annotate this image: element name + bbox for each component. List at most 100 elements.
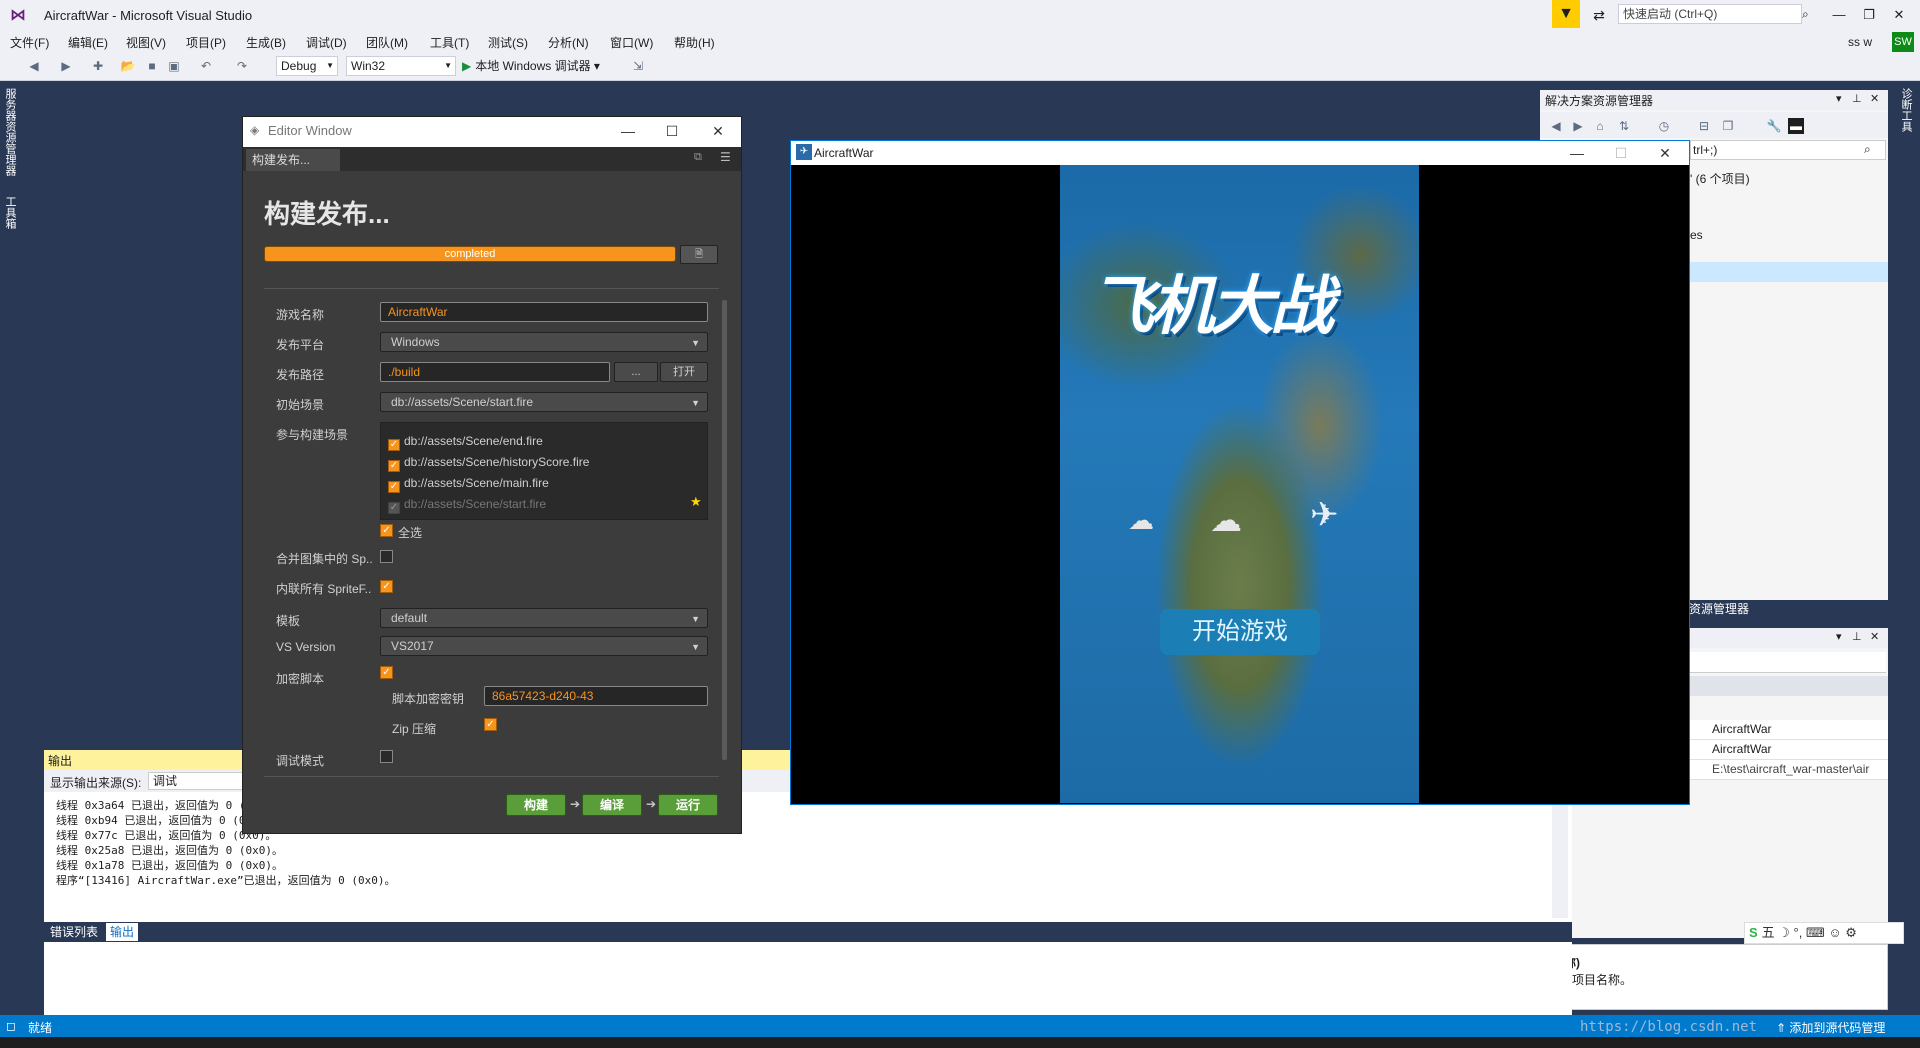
open-file-icon[interactable]: 📂 — [120, 58, 136, 74]
quick-launch-input[interactable]: 快速启动 (Ctrl+Q) — [1618, 4, 1802, 24]
property-value[interactable]: AircraftWar — [1712, 722, 1772, 736]
back-icon[interactable]: ◀ — [1548, 118, 1564, 134]
user-name[interactable]: ss w — [1848, 35, 1872, 49]
tab-output[interactable]: 输出 — [106, 923, 139, 941]
debug-mode-checkbox[interactable] — [380, 750, 393, 763]
properties-object-select[interactable] — [1690, 652, 1886, 673]
menu-window[interactable]: 窗口(W) — [610, 34, 653, 51]
home-icon[interactable]: ⌂ — [1592, 118, 1608, 134]
editor-scrollbar[interactable] — [722, 300, 727, 760]
start-scene-select[interactable]: db://assets/Scene/start.fire ▼ — [380, 392, 708, 412]
forward-icon[interactable]: ▶ — [58, 58, 74, 74]
minimize-button[interactable]: — — [1826, 4, 1852, 26]
solution-tree-selected-row[interactable] — [1690, 262, 1888, 282]
back-icon[interactable]: ◀ — [26, 58, 42, 74]
browser-link-icon[interactable]: ⇲ — [630, 58, 646, 74]
browse-button[interactable]: ... — [614, 362, 658, 382]
solution-tree-item[interactable]: es — [1690, 228, 1703, 242]
add-to-source-control-button[interactable]: ⇑ 添加到源代码管理 — [1776, 1019, 1885, 1036]
game-name-input[interactable]: AircraftWar — [380, 302, 708, 322]
popout-icon[interactable]: ⧉ — [694, 151, 702, 164]
compile-button[interactable]: 编译 — [582, 794, 642, 816]
game-close-button[interactable]: ✕ — [1648, 142, 1682, 164]
menu-test[interactable]: 测试(S) — [488, 34, 528, 51]
filter-icon[interactable]: ▼ — [1552, 0, 1580, 28]
properties-icon[interactable]: 🔧 — [1766, 118, 1782, 134]
menu-help[interactable]: 帮助(H) — [674, 34, 715, 51]
ime-toolbar[interactable]: S 五 ☽ °, ⌨ ☺ ⚙ — [1744, 922, 1904, 944]
dropdown-icon[interactable]: ▾ — [1836, 92, 1842, 105]
menu-team[interactable]: 团队(M) — [366, 34, 408, 51]
new-project-icon[interactable]: ✚ — [90, 58, 106, 74]
property-value[interactable]: E:\test\aircraft_war-master\air — [1712, 762, 1869, 776]
menu-analyze[interactable]: 分析(N) — [548, 34, 589, 51]
list-item[interactable]: ✓ db://assets/Scene/end.fire — [388, 434, 543, 451]
checkbox[interactable]: ✓ — [388, 439, 400, 451]
notification-icon[interactable]: ⇄ — [1588, 4, 1610, 26]
pin-icon[interactable]: ⊥ — [1852, 630, 1862, 643]
history-icon[interactable]: ◷ — [1656, 118, 1672, 134]
editor-close-button[interactable]: ✕ — [704, 120, 732, 142]
redo-icon[interactable]: ↷ — [234, 58, 250, 74]
key-input[interactable]: 86a57423-d240-43 — [484, 686, 708, 706]
tab-build-publish[interactable]: 构建发布... — [246, 149, 340, 171]
menu-debug[interactable]: 调试(D) — [306, 34, 347, 51]
menu-view[interactable]: 视图(V) — [126, 34, 166, 51]
build-log-icon[interactable]: 🗎 — [680, 245, 718, 264]
pin-icon[interactable]: ⊥ — [1852, 92, 1862, 105]
vs-version-select[interactable]: VS2017 ▼ — [380, 636, 708, 656]
save-all-icon[interactable]: ▣ — [166, 58, 182, 74]
restore-button[interactable]: ❐ — [1856, 4, 1882, 26]
server-explorer-tab[interactable]: 服务器资源管理器 — [2, 88, 18, 176]
search-icon[interactable]: ⌕ — [1864, 142, 1871, 157]
team-explorer-tab[interactable]: 资源管理器 — [1685, 600, 1759, 618]
close-icon[interactable]: ✕ — [1870, 92, 1879, 105]
config-select[interactable]: Debug ▼ — [276, 56, 338, 76]
save-icon[interactable]: ■ — [144, 58, 160, 74]
list-item[interactable]: ✓ db://assets/Scene/historyScore.fire — [388, 455, 589, 472]
start-game-button[interactable]: 开始游戏 — [1160, 609, 1320, 655]
solution-search-input[interactable]: trl+;) — [1690, 140, 1886, 160]
menu-project[interactable]: 项目(P) — [186, 34, 226, 51]
close-button[interactable]: ✕ — [1886, 4, 1912, 26]
zip-checkbox[interactable]: ✓ — [484, 718, 497, 731]
solution-tree-item[interactable]: ' (6 个项目) — [1690, 170, 1750, 187]
menu-tools[interactable]: 工具(T) — [430, 34, 469, 51]
copy-icon[interactable]: ❐ — [1720, 118, 1736, 134]
forward-icon[interactable]: ▶ — [1570, 118, 1586, 134]
encrypt-checkbox[interactable]: ✓ — [380, 666, 393, 679]
tab-error-list[interactable]: 错误列表 — [46, 923, 102, 941]
ime-buttons[interactable]: 五 ☽ °, ⌨ ☺ ⚙ — [1762, 925, 1857, 940]
start-debugging-button[interactable]: ▶ 本地 Windows 调试器 ▾ — [462, 56, 600, 76]
close-icon[interactable]: ✕ — [1870, 630, 1879, 643]
diagnostic-tools-tab[interactable]: 诊断工具 — [1898, 88, 1914, 132]
toolbox-tab[interactable]: 工具箱 — [2, 196, 18, 229]
template-select[interactable]: default ▼ — [380, 608, 708, 628]
menu-edit[interactable]: 编辑(E) — [68, 34, 108, 51]
build-path-input[interactable]: ./build — [380, 362, 610, 382]
preview-icon[interactable]: ▬ — [1788, 118, 1804, 134]
game-maximize-button[interactable]: ☐ — [1604, 142, 1638, 164]
platform-select[interactable]: Win32 ▼ — [346, 56, 456, 76]
game-canvas[interactable]: 飞机大战 ☁ ☁ ✈ 开始游戏 — [1060, 165, 1419, 803]
menu-icon[interactable]: ☰ — [720, 150, 731, 164]
merge-atlas-checkbox[interactable] — [380, 550, 393, 563]
menu-build[interactable]: 生成(B) — [246, 34, 286, 51]
game-minimize-button[interactable]: — — [1560, 142, 1594, 164]
build-button[interactable]: 构建 — [506, 794, 566, 816]
property-value[interactable]: AircraftWar — [1712, 742, 1772, 756]
output-scrollbar[interactable] — [1552, 798, 1568, 918]
list-item[interactable]: ✓ db://assets/Scene/main.fire — [388, 476, 549, 493]
checkbox[interactable]: ✓ — [388, 481, 400, 493]
editor-minimize-button[interactable]: — — [614, 120, 642, 142]
checkbox[interactable]: ✓ — [388, 460, 400, 472]
menu-file[interactable]: 文件(F) — [10, 34, 49, 51]
search-icon[interactable]: ⌕ — [1802, 4, 1814, 24]
platform-select[interactable]: Windows ▼ — [380, 332, 708, 352]
select-all-checkbox[interactable]: ✓ — [380, 524, 393, 537]
inline-sprite-checkbox[interactable]: ✓ — [380, 580, 393, 593]
switch-views-icon[interactable]: ⇅ — [1616, 118, 1632, 134]
undo-icon[interactable]: ↶ — [198, 58, 214, 74]
avatar[interactable]: SW — [1892, 32, 1914, 52]
editor-maximize-button[interactable]: ☐ — [658, 120, 686, 142]
